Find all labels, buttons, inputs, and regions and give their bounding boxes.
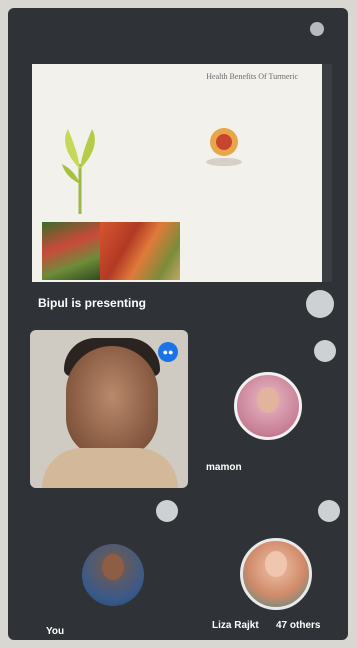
others-count[interactable]: 47 others [276,620,320,631]
slide-title: Health Benefits Of Turmeric [206,72,298,81]
avatar-face [102,554,124,580]
participant-name: Liza Rajkt [212,620,259,631]
participant-name: mamon [206,462,242,473]
turmeric-plant-photo [42,222,100,280]
avatar-face [265,551,287,577]
meeting-screen: Health Benefits Of Turmeric Bipul is pre… [8,8,348,640]
presentation-view[interactable]: Health Benefits Of Turmeric [32,64,332,282]
participant-shirt [42,448,178,488]
participant-video-tile[interactable]: ●● [30,330,188,488]
turmeric-root-photo [100,222,180,280]
tile-options-icon[interactable] [156,500,178,522]
avatar [234,372,302,440]
more-options-icon[interactable] [310,22,324,36]
tile-options-icon[interactable] [314,340,336,362]
avatar [240,538,312,610]
tile-options-icon[interactable] [318,500,340,522]
mic-icon: ●● [158,342,178,362]
presentation-options-icon[interactable] [306,290,334,318]
participant-face [66,346,158,458]
participant-name: You [46,626,65,637]
plant-image [62,129,95,214]
avatar [82,544,144,606]
turmeric-flower-image [206,128,242,166]
avatar-face [257,387,279,413]
presenter-label: Bipul is presenting [38,296,147,310]
